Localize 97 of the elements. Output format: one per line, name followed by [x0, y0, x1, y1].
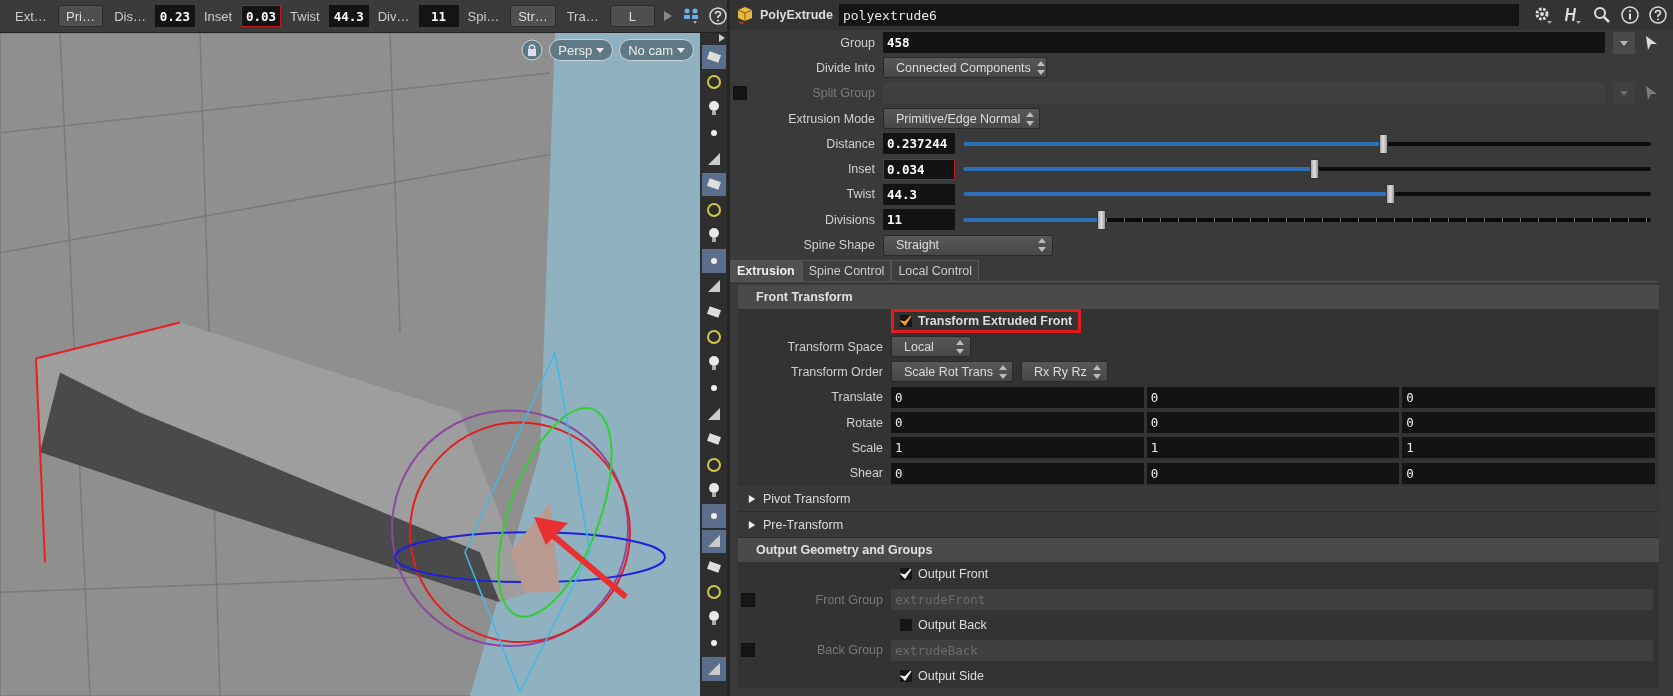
checkbox[interactable]: Output Side	[900, 668, 984, 683]
value-field[interactable]: 0	[891, 412, 1144, 433]
parameter-label: Inset	[846, 162, 875, 177]
parameter-label: Inset	[202, 8, 234, 24]
node-name-field[interactable]: polyextrude6	[838, 4, 1519, 26]
parameter-label: Distance	[825, 136, 875, 151]
node-type-label: PolyExtrude	[760, 8, 833, 22]
layers-icon[interactable]	[701, 45, 726, 69]
parameter-label: Rotate	[845, 415, 883, 430]
parameter-label: Twist	[289, 8, 321, 24]
value-field[interactable]: 44.3	[328, 5, 369, 27]
dropdown-menu[interactable]: Local	[891, 336, 971, 358]
help-icon[interactable]	[709, 7, 727, 25]
up-down-arrows-icon	[1036, 60, 1045, 75]
toggle-checkbox[interactable]	[741, 643, 755, 658]
value-field[interactable]: 1	[1402, 437, 1655, 459]
parameter-label: Spine Shape	[802, 238, 875, 252]
people-icon[interactable]	[682, 7, 700, 25]
checkmark-icon	[900, 669, 912, 682]
parameter-label: Translate	[830, 390, 883, 405]
value-field[interactable]: 0	[1146, 462, 1400, 484]
info-icon[interactable]	[1621, 6, 1639, 24]
parameter-label: Tra…	[565, 8, 600, 24]
value-field[interactable]: 0	[891, 462, 1144, 484]
dropdown-menu[interactable]: Connected Components	[883, 57, 1047, 79]
parameter-label: Ext…	[14, 8, 48, 24]
triangle-icon	[748, 493, 756, 504]
dropdown-icon[interactable]	[1613, 31, 1635, 54]
value-field[interactable]: 0	[1146, 412, 1400, 433]
slider-handle[interactable]	[1309, 159, 1319, 180]
up-down-arrows-icon	[998, 364, 1007, 379]
value-field[interactable]: 0.23	[154, 5, 195, 27]
checkbox[interactable]: Output Back	[900, 618, 987, 632]
value-field[interactable]: 0.03	[241, 5, 282, 27]
value-field[interactable]: 0	[1402, 386, 1655, 408]
value-field[interactable]: 0	[1146, 386, 1400, 408]
parameter-label: Transform Space	[786, 339, 883, 354]
value-field[interactable]: 0	[1402, 412, 1655, 433]
value-field[interactable]: 0.237244	[883, 133, 955, 155]
up-down-arrows-icon	[956, 339, 964, 354]
group-field[interactable]: 458	[883, 32, 1605, 54]
menu-button[interactable]: L	[609, 5, 655, 27]
dropdown-menu[interactable]: Scale Rot Trans	[891, 361, 1013, 383]
slider-handle[interactable]	[1096, 209, 1106, 230]
checkbox[interactable]: Output Front	[900, 567, 989, 582]
parameter-label: Spi…	[466, 8, 501, 24]
parameter-label: Extrusion Mode	[787, 111, 875, 126]
value-field[interactable]: 44.3	[883, 183, 955, 205]
dropdown-menu[interactable]: Straight	[883, 234, 1053, 256]
up-down-arrows-icon	[1093, 364, 1101, 379]
section-header[interactable]: Output Geometry and Groups	[738, 537, 1659, 562]
caret-icon	[596, 47, 605, 53]
parameter-label: Div…	[376, 8, 411, 24]
checkmark-icon	[900, 315, 912, 328]
up-down-arrows-icon	[1038, 238, 1046, 252]
parameter-label: Transform Order	[790, 364, 883, 379]
checkmark-icon	[900, 568, 912, 581]
caret-icon	[677, 47, 685, 53]
parameter-label: Front Group	[814, 592, 883, 607]
value-field[interactable]: 0	[1402, 462, 1655, 484]
tab[interactable]: Spine Control	[801, 259, 892, 281]
toggle-checkbox[interactable]	[741, 592, 755, 607]
value-field[interactable]: 1	[1146, 437, 1400, 459]
dropdown-menu[interactable]: Rx Ry Rz	[1021, 361, 1108, 383]
tab[interactable]: Local Control	[891, 259, 980, 281]
camera-menu[interactable]: Persp	[549, 39, 614, 61]
parameter-label: Group	[839, 35, 875, 50]
dropdown-menu[interactable]: Primitive/Edge Normal	[883, 108, 1040, 130]
triangle-icon	[748, 519, 756, 530]
node-icon[interactable]	[736, 5, 754, 25]
value-field[interactable]: 0	[891, 386, 1144, 408]
parameter-label: Divide Into	[814, 60, 875, 75]
value-field[interactable]: 11	[883, 209, 955, 231]
parameter-label: Shear	[848, 466, 883, 481]
pointer-icon[interactable]	[1643, 33, 1659, 52]
parameter-label: Split Group	[811, 86, 875, 101]
slider-handle[interactable]	[1385, 184, 1395, 205]
value-field[interactable]: 1	[891, 437, 1144, 459]
value-field[interactable]: 0.034	[883, 158, 955, 180]
parameter-label: Back Group	[816, 643, 883, 658]
camera-menu[interactable]: No cam	[619, 39, 694, 61]
menu-button[interactable]: Pri…	[57, 5, 104, 27]
h-logo-icon[interactable]	[1563, 5, 1583, 25]
settings-icon[interactable]	[1533, 5, 1553, 25]
help-icon[interactable]	[1649, 6, 1667, 24]
menu-button[interactable]: Str…	[510, 5, 556, 27]
parameter-label: Twist	[845, 187, 875, 202]
section-header[interactable]: Front Transform	[738, 284, 1659, 309]
slider-handle[interactable]	[1378, 133, 1388, 154]
parameter-label: Divisions	[824, 212, 875, 227]
parameter-label: Dis…	[113, 8, 147, 24]
tab[interactable]: Extrusion	[730, 259, 802, 281]
value-field[interactable]: 11	[418, 5, 459, 27]
checkbox[interactable]: Transform Extruded Front	[900, 314, 1073, 329]
parameter-label: Scale	[850, 440, 883, 455]
up-down-arrows-icon	[1026, 111, 1035, 126]
search-icon[interactable]	[1593, 6, 1611, 24]
